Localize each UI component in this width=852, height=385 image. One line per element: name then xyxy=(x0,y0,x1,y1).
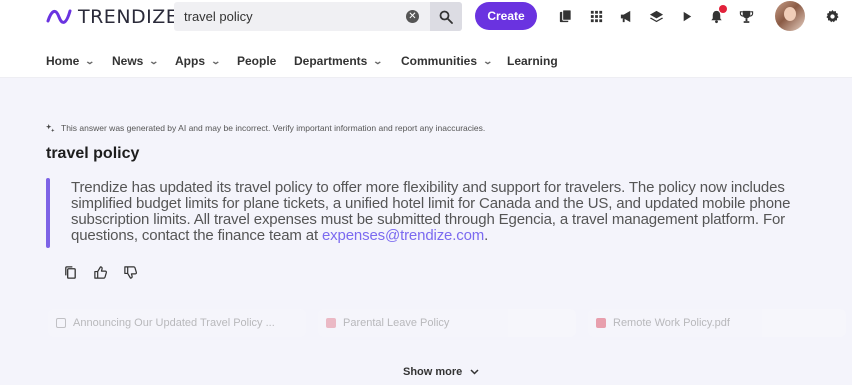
chevron-down-icon: ⌄ xyxy=(372,55,384,66)
answer-body-end: . xyxy=(484,227,489,244)
source-card[interactable]: Remote Work Policy.pdf xyxy=(588,309,846,337)
nav-news[interactable]: News ⌄ xyxy=(112,54,160,68)
sparkle-icon xyxy=(46,123,55,132)
answer-block: Trendize has updated its travel policy t… xyxy=(46,178,846,248)
chevron-down-icon: ⌄ xyxy=(148,55,160,66)
answer-text: Trendize has updated its travel policy t… xyxy=(71,180,846,244)
search-box: travel policy ✕ xyxy=(174,2,462,31)
pdf-icon xyxy=(596,318,606,328)
copy-button[interactable] xyxy=(60,264,80,280)
email-link[interactable]: expenses@trendize.com xyxy=(322,227,484,244)
source-card-label: Announcing Our Updated Travel Policy ... xyxy=(73,317,275,329)
answer-title: travel policy xyxy=(46,145,140,162)
ai-disclaimer: This answer was generated by AI and may … xyxy=(46,123,485,133)
nav-learning-label: Learning xyxy=(507,54,558,68)
nav-departments[interactable]: Departments ⌄ xyxy=(294,54,384,68)
nav-apps-label: Apps xyxy=(175,54,205,68)
disclaimer-text: This answer was generated by AI and may … xyxy=(61,123,486,133)
main-nav: Home ⌄ News ⌄ Apps ⌄ People Departments ⌄ Co… xyxy=(0,34,852,78)
close-icon[interactable]: ✕ xyxy=(406,10,419,23)
nav-learning[interactable]: Learning xyxy=(507,54,558,68)
answer-accent-bar xyxy=(46,178,50,248)
apps-grid-icon[interactable] xyxy=(587,7,605,25)
nav-communities-label: Communities xyxy=(401,54,478,68)
source-card[interactable]: Parental Leave Policy xyxy=(318,309,576,337)
layers-icon[interactable] xyxy=(647,7,665,25)
show-more-label: Show more xyxy=(403,366,463,378)
search-input[interactable]: travel policy xyxy=(184,9,253,24)
nav-home[interactable]: Home ⌄ xyxy=(46,54,96,68)
play-icon[interactable] xyxy=(677,7,695,25)
nav-departments-label: Departments xyxy=(294,54,368,68)
article-icon xyxy=(56,318,66,328)
show-more-button[interactable]: Show more xyxy=(403,366,479,378)
nav-apps[interactable]: Apps ⌄ xyxy=(175,54,222,68)
thumbs-down-icon xyxy=(123,265,137,279)
nav-people[interactable]: People xyxy=(237,54,276,68)
avatar[interactable] xyxy=(775,1,805,31)
nav-people-label: People xyxy=(237,54,277,68)
nav-communities[interactable]: Communities ⌄ xyxy=(401,54,494,68)
source-card-label: Parental Leave Policy xyxy=(343,317,450,329)
search-button[interactable] xyxy=(430,2,462,31)
gear-icon[interactable] xyxy=(823,7,841,25)
top-bar: TRENDIZE travel policy ✕ Create xyxy=(0,0,852,34)
answer-feedback xyxy=(60,264,140,280)
notification-badge xyxy=(719,5,727,13)
create-button[interactable]: Create xyxy=(475,2,537,30)
file-icon xyxy=(326,318,336,328)
source-card-label: Remote Work Policy.pdf xyxy=(613,317,730,329)
search-icon xyxy=(439,10,453,24)
chevron-down-icon: ⌄ xyxy=(84,55,96,66)
logo-wave-icon xyxy=(46,9,72,24)
chevron-down-icon: ⌄ xyxy=(210,55,222,66)
nav-news-label: News xyxy=(112,54,144,68)
brand-logo[interactable]: TRENDIZE xyxy=(46,6,178,28)
nav-home-label: Home xyxy=(46,54,80,68)
chevron-down-icon xyxy=(470,369,479,375)
like-button[interactable] xyxy=(90,264,110,280)
trophy-icon[interactable] xyxy=(737,7,755,25)
dislike-button[interactable] xyxy=(120,264,140,280)
copy-icon xyxy=(64,265,76,279)
source-card[interactable]: Announcing Our Updated Travel Policy ... xyxy=(48,309,306,337)
library-icon[interactable] xyxy=(556,7,574,25)
bell-icon[interactable] xyxy=(707,5,727,25)
thumbs-up-icon xyxy=(93,265,107,279)
megaphone-icon[interactable] xyxy=(617,7,635,25)
brand-name: TRENDIZE xyxy=(78,6,179,28)
chevron-down-icon: ⌄ xyxy=(482,55,494,66)
